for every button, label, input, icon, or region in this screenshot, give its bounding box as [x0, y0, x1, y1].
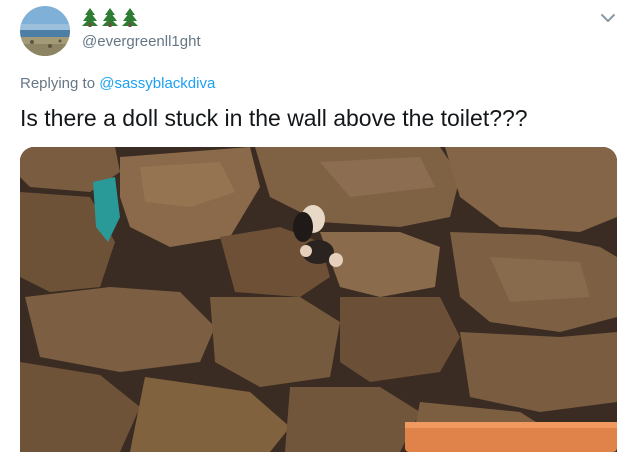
- replying-to: Replying to @sassyblackdiva: [20, 75, 215, 92]
- evergreen-tree-icon: [82, 8, 98, 32]
- display-name: [82, 8, 138, 32]
- user-handle[interactable]: @evergreenll1ght: [82, 33, 201, 50]
- tweet-text: Is there a doll stuck in the wall above …: [20, 105, 528, 131]
- evergreen-tree-icon: [122, 8, 138, 32]
- chevron-down-icon[interactable]: [598, 8, 618, 28]
- tweet-photo[interactable]: [20, 147, 617, 452]
- replying-prefix: Replying to: [20, 75, 100, 92]
- avatar[interactable]: [20, 6, 70, 56]
- mention-link[interactable]: @sassyblackdiva: [99, 75, 215, 92]
- evergreen-tree-icon: [102, 8, 118, 32]
